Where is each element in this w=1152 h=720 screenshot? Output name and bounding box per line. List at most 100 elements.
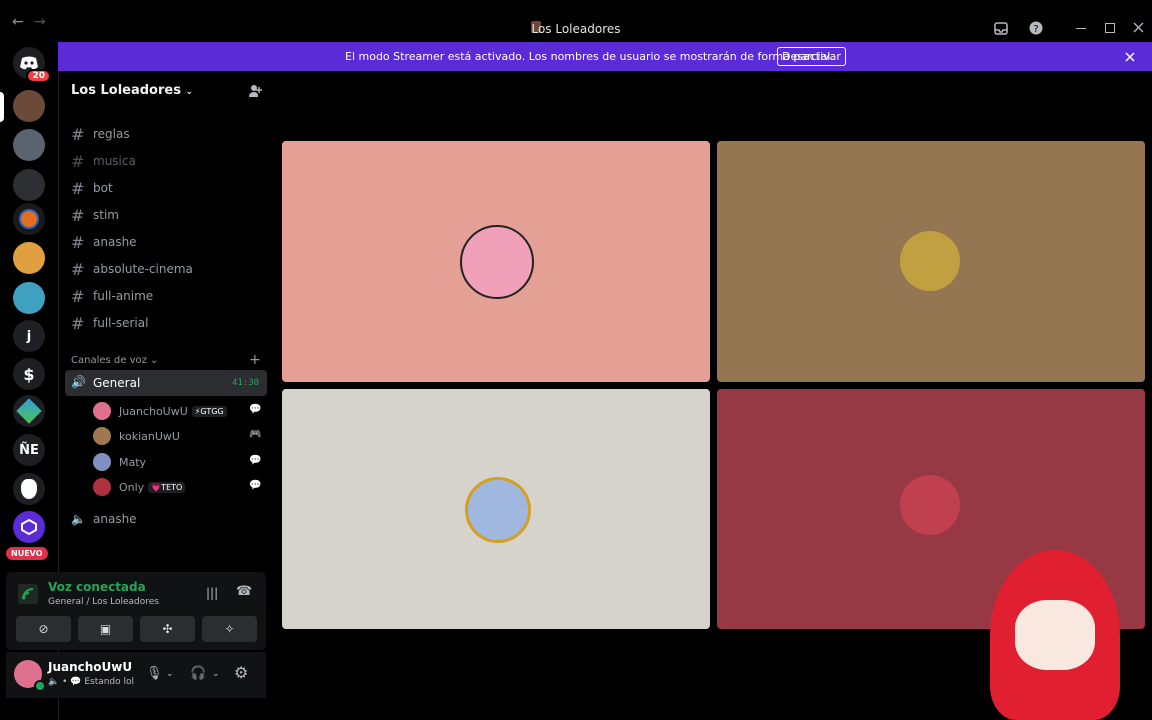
game-controller-icon: 🎮	[249, 429, 262, 440]
channel-reglas[interactable]: # reglas	[71, 123, 130, 145]
channel-label: absolute-cinema	[93, 262, 193, 276]
hash-icon: #	[71, 259, 85, 279]
invite-icon[interactable]	[248, 84, 262, 98]
banner-close-icon[interactable]	[1125, 52, 1135, 62]
headphones-icon[interactable]: 🎧	[190, 666, 206, 681]
voice-location[interactable]: General / Los Loleadores	[48, 597, 159, 607]
disconnect-icon[interactable]: ☎	[236, 584, 252, 599]
participant-tile-maty[interactable]	[282, 389, 710, 629]
channel-label: anashe	[93, 512, 137, 526]
participant-tile-kokian[interactable]	[717, 141, 1145, 382]
participant-tile-juancho[interactable]	[282, 141, 710, 382]
speaker-icon: 🔈	[71, 512, 86, 526]
user-status: 🔈 • 💬 Estando lol	[48, 677, 134, 687]
banner-text: El modo Streamer está activado. Los nomb…	[345, 50, 834, 63]
voice-status[interactable]: Voz conectada	[48, 580, 146, 594]
server-icon-cube[interactable]	[13, 395, 45, 427]
camera-off-icon: ⊘	[38, 622, 49, 636]
settings-gear-icon[interactable]: ⚙	[234, 663, 248, 682]
channel-musica[interactable]: # musica	[71, 150, 136, 172]
audio-options-chevron-icon[interactable]: ⌄	[212, 669, 220, 679]
home-button[interactable]: 20	[13, 47, 51, 83]
server-icon-5[interactable]	[13, 242, 45, 274]
custom-status: Estando lol	[84, 677, 135, 687]
channel-absolute-cinema[interactable]: # absolute-cinema	[71, 258, 193, 280]
deactivate-button[interactable]: Desactivar	[777, 47, 846, 66]
mic-options-chevron-icon[interactable]: ⌄	[166, 669, 174, 679]
vtuber-overlay	[960, 540, 1140, 720]
chat-bubble-icon: 💬	[249, 404, 262, 415]
avatar	[93, 402, 111, 420]
new-badge: NUEVO	[6, 547, 48, 560]
server-icon-4[interactable]	[13, 203, 45, 235]
screen-share-button[interactable]: ▣	[78, 616, 133, 642]
channel-label: reglas	[93, 127, 130, 141]
voice-channel-anashe[interactable]: 🔈 anashe	[71, 508, 137, 530]
voice-member-juancho[interactable]: JuanchoUwU ⚡GTGG	[93, 400, 227, 422]
noise-suppression-icon[interactable]: |||	[206, 586, 218, 600]
activities-icon: ✣	[162, 622, 173, 636]
help-icon[interactable]: ?	[1029, 21, 1043, 35]
avatar	[93, 478, 111, 496]
voice-section-title: Canales de voz	[71, 355, 147, 366]
avatar	[93, 427, 111, 445]
speaker-icon: 🔊	[71, 375, 86, 389]
server-los-loleadores[interactable]	[13, 90, 45, 122]
server-icon-s[interactable]: $	[13, 358, 45, 390]
selected-pill	[0, 92, 4, 122]
participant-avatar	[900, 475, 960, 535]
member-name: Maty	[119, 455, 147, 469]
server-icon-2[interactable]	[13, 129, 45, 161]
signal-icon	[18, 584, 38, 604]
streamer-mode-banner: El modo Streamer está activado. Los nomb…	[58, 42, 1152, 71]
server-icon-shield[interactable]	[13, 511, 45, 543]
channel-stim[interactable]: # stim	[71, 204, 119, 226]
hex-icon	[21, 519, 37, 535]
channel-label: musica	[93, 154, 136, 168]
voice-channel-general[interactable]: 🔊 General 41:30	[65, 370, 267, 396]
hash-icon: #	[71, 124, 85, 144]
add-channel-icon[interactable]: +	[249, 352, 261, 368]
server-icon-j[interactable]: j	[13, 320, 45, 352]
hash-icon: #	[71, 205, 85, 225]
channel-full-serial[interactable]: # full-serial	[71, 312, 148, 334]
voice-member-only[interactable]: Only 💗TETO	[93, 476, 186, 498]
voice-channels-header[interactable]: Canales de voz ⌄	[71, 355, 158, 366]
camera-off-button[interactable]: ⊘	[16, 616, 71, 642]
dollar-icon: $	[23, 364, 35, 384]
username[interactable]: JuanchoUwU	[48, 660, 132, 674]
soundboard-button[interactable]: ✧	[202, 616, 257, 642]
channel-label: anashe	[93, 235, 137, 249]
inbox-icon[interactable]	[994, 22, 1008, 35]
online-status-icon	[34, 680, 46, 692]
member-name: kokianUwU	[119, 429, 180, 443]
voice-connected-panel: Voz conectada General / Los Loleadores |…	[6, 572, 266, 650]
user-panel: JuanchoUwU 🔈 • 💬 Estando lol 🎙 ⌄ 🎧 ⌄ ⚙	[6, 652, 266, 698]
chat-bubble-icon: 💬	[249, 455, 262, 466]
server-icon-6[interactable]	[13, 282, 45, 314]
title-bar: ← → Los Loleadores ?	[0, 0, 1152, 42]
server-icon-wolf[interactable]	[13, 473, 45, 505]
chat-bubble-icon: 💬	[249, 480, 262, 491]
channel-anashe[interactable]: # anashe	[71, 231, 137, 253]
hash-icon: #	[71, 232, 85, 252]
channel-label: bot	[93, 181, 113, 195]
server-name-header[interactable]: Los Loleadores ⌄	[71, 83, 193, 98]
activities-button[interactable]: ✣	[140, 616, 195, 642]
microphone-icon[interactable]: 🎙	[146, 666, 163, 681]
svg-text:?: ?	[1033, 24, 1038, 35]
hash-icon: #	[71, 178, 85, 198]
hash-icon: #	[71, 151, 85, 171]
voice-member-maty[interactable]: Maty	[93, 451, 146, 473]
close-window-icon[interactable]	[1133, 22, 1144, 33]
channel-bot[interactable]: # bot	[71, 177, 113, 199]
maximize-icon[interactable]	[1105, 23, 1115, 33]
participant-avatar	[900, 231, 960, 291]
minimize-icon[interactable]	[1076, 28, 1086, 29]
server-icon-ne[interactable]: ÑE	[13, 434, 45, 466]
hash-icon: #	[71, 286, 85, 306]
voice-member-kokian[interactable]: kokianUwU	[93, 425, 180, 447]
channel-label: stim	[93, 208, 119, 222]
channel-full-anime[interactable]: # full-anime	[71, 285, 153, 307]
server-icon-3[interactable]	[13, 169, 45, 201]
